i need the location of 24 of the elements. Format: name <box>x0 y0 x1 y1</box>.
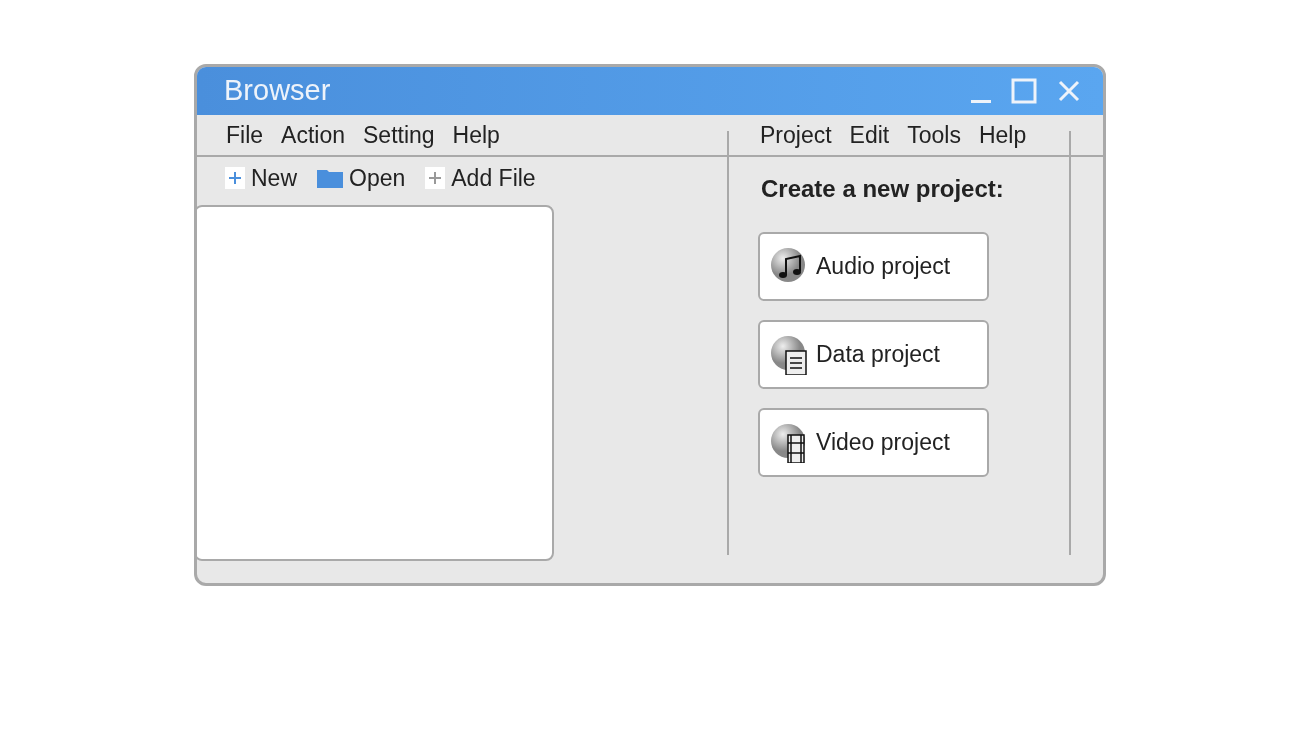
menu-item[interactable]: Project <box>751 117 841 153</box>
menu-item[interactable]: Setting <box>354 117 444 153</box>
close-icon <box>1057 79 1081 103</box>
plus-icon <box>225 167 245 189</box>
maximize-icon <box>1011 78 1037 104</box>
menu-item[interactable]: Help <box>969 117 1036 153</box>
menu-item[interactable]: Tools <box>898 117 970 153</box>
toolbar-button[interactable]: New <box>219 160 303 196</box>
folder-icon <box>317 168 343 188</box>
project-button[interactable]: Video project <box>758 408 989 477</box>
menu-item[interactable]: Help <box>443 117 509 153</box>
menu-item[interactable]: File <box>217 117 273 153</box>
menu-item[interactable]: Edit <box>840 117 899 153</box>
project-button[interactable]: Data project <box>758 320 989 389</box>
plus-icon <box>425 167 446 189</box>
section-heading: Create a new project: <box>761 174 1005 204</box>
project-button[interactable]: Audio project <box>758 232 989 301</box>
toolbar-button[interactable]: Add File <box>419 160 542 196</box>
toolbar-button[interactable]: Open <box>311 160 412 196</box>
window-title: Browser <box>224 73 331 109</box>
menu-item[interactable]: Action <box>272 117 354 153</box>
document-disc-icon <box>770 334 808 375</box>
film-disc-icon <box>770 422 808 463</box>
minimize-icon <box>971 99 991 103</box>
